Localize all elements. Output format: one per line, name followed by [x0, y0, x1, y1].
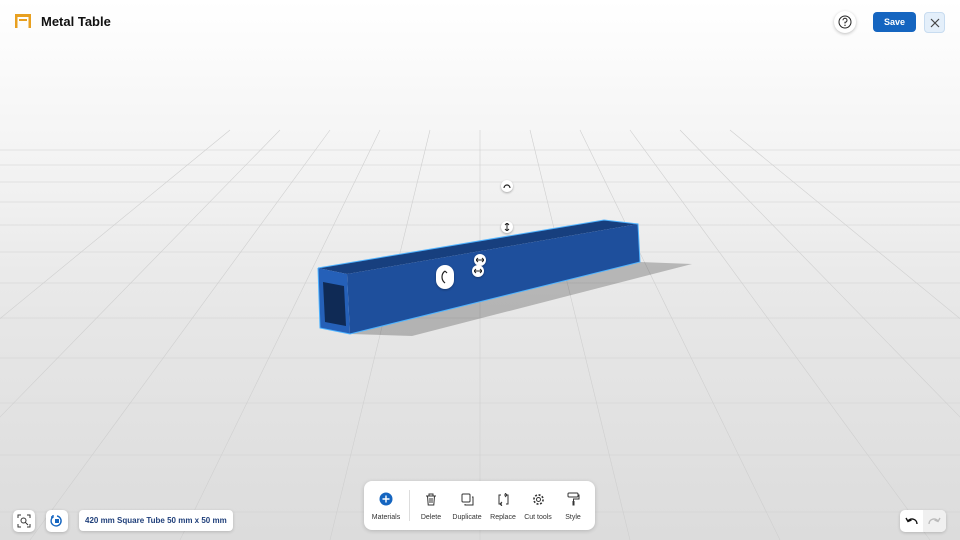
undo-button[interactable] [900, 510, 923, 532]
horizontal-move-handle-2[interactable] [472, 265, 484, 277]
help-button[interactable] [834, 11, 856, 33]
focus-view-button[interactable] [13, 510, 35, 532]
bottom-toolbar: Materials Delete Duplicate Replace Cut t… [364, 481, 595, 530]
toolbar-divider [409, 490, 410, 521]
page-title: Metal Table [41, 14, 111, 29]
trash-icon [423, 491, 439, 507]
top-bar: Metal Table Save [0, 0, 960, 44]
materials-label: Materials [371, 514, 401, 521]
replace-label: Replace [490, 514, 516, 521]
rotate-icon [503, 184, 511, 189]
horizontal-arrows-icon [476, 257, 484, 263]
replace-icon [495, 491, 511, 507]
close-icon [930, 18, 939, 27]
redo-icon [928, 517, 941, 524]
cut-tools-label: Cut tools [524, 514, 552, 521]
style-label: Style [565, 514, 581, 521]
duplicate-label: Duplicate [452, 514, 482, 521]
gear-icon [530, 491, 546, 507]
style-button[interactable]: Style [560, 481, 586, 530]
duplicate-icon [459, 491, 475, 507]
replace-button[interactable]: Replace [488, 481, 518, 530]
rotate-handle[interactable] [501, 180, 513, 192]
rotate-view-icon [50, 515, 62, 527]
cut-tools-button[interactable]: Cut tools [522, 481, 554, 530]
horizontal-arrows-icon [474, 268, 482, 274]
redo-button[interactable] [923, 510, 946, 532]
paint-roller-icon [565, 491, 581, 507]
table-frame-icon [15, 14, 31, 28]
undo-icon [905, 517, 918, 524]
question-circle-icon [838, 15, 852, 29]
tube-end-hole [323, 282, 346, 326]
materials-button[interactable]: Materials [368, 481, 404, 530]
rotate-view-button[interactable] [46, 510, 68, 532]
spin-icon [441, 270, 448, 284]
vertical-move-handle[interactable] [501, 221, 513, 233]
focus-frame-icon [17, 514, 31, 528]
duplicate-button[interactable]: Duplicate [450, 481, 484, 530]
undo-redo-group [900, 510, 946, 532]
plus-circle-icon [378, 491, 394, 507]
delete-button[interactable]: Delete [416, 481, 446, 530]
vertical-arrows-icon [504, 223, 510, 231]
floor-grid [0, 129, 960, 540]
3d-viewport[interactable] [0, 0, 960, 540]
spin-handle[interactable] [436, 265, 454, 289]
delete-label: Delete [420, 514, 442, 521]
close-button[interactable] [924, 12, 945, 33]
save-button[interactable]: Save [873, 12, 916, 32]
selected-part-label[interactable]: 420 mm Square Tube 50 mm x 50 mm [79, 510, 233, 531]
